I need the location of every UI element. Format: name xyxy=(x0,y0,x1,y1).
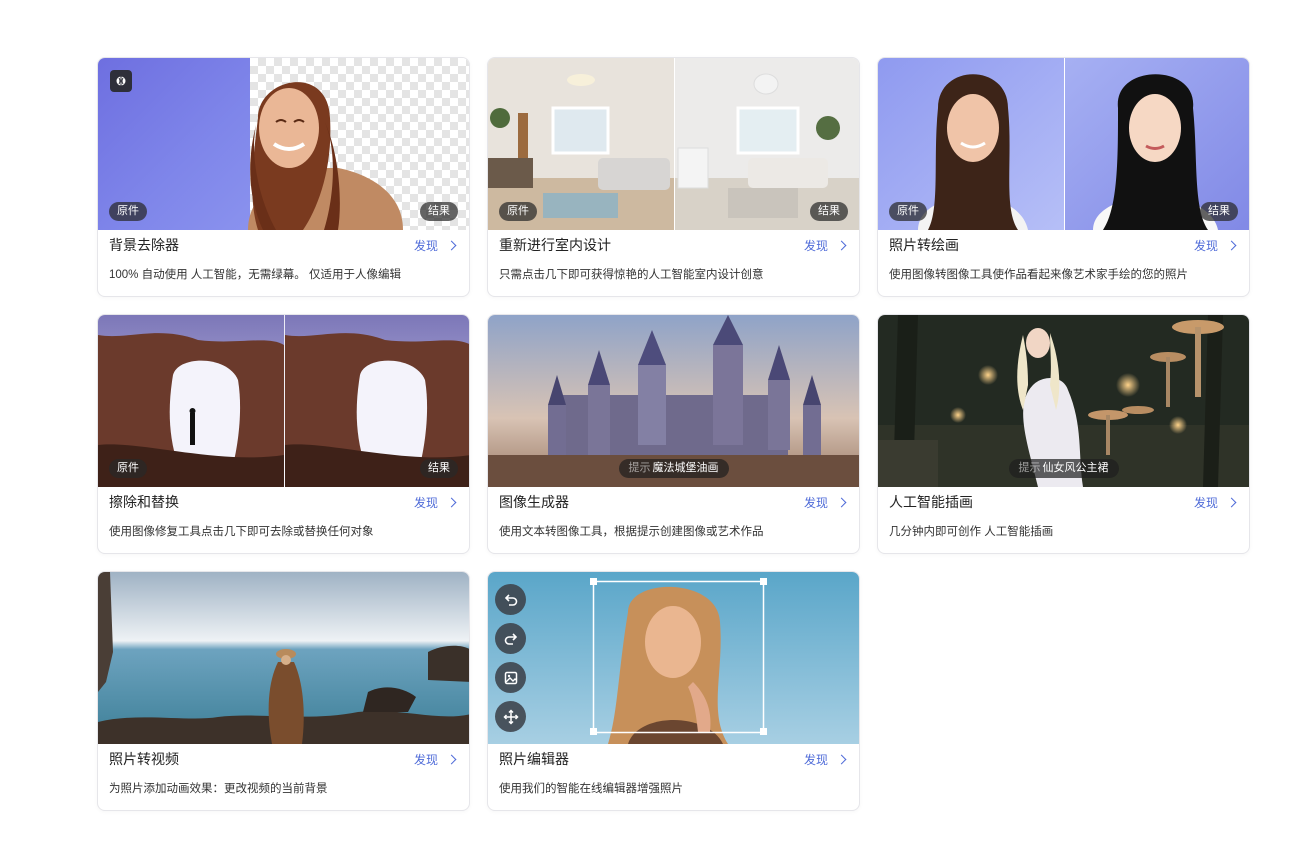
prompt-tag: 提示 仙女风公主裙 xyxy=(1008,459,1119,478)
card-header: 照片转视频 发现 xyxy=(98,744,469,774)
discover-link[interactable]: 发现 xyxy=(414,751,457,768)
card-description: 使用文本转图像工具，根据提示创建图像或艺术作品 xyxy=(499,526,764,538)
card-title: 照片编辑器 xyxy=(499,751,569,767)
card-photo-to-video[interactable]: 照片转视频 发现 为照片添加动画效果：更改视频的当前背景 xyxy=(97,571,470,811)
card-title: 重新进行室内设计 xyxy=(499,237,611,253)
redo-icon[interactable] xyxy=(495,623,526,654)
original-tag: 原件 xyxy=(889,202,927,221)
card-title: 照片转绘画 xyxy=(889,237,959,253)
card-description: 只需点击几下即可获得惊艳的人工智能室内设计创意 xyxy=(499,269,764,281)
chevron-right-icon xyxy=(836,497,847,507)
card-description: 使用我们的智能在线编辑器增强照片 xyxy=(499,783,683,795)
image-icon[interactable] xyxy=(495,662,526,693)
discover-link[interactable]: 发现 xyxy=(1194,494,1237,511)
original-tag: 原件 xyxy=(499,202,537,221)
seaside-illustration xyxy=(98,572,469,744)
discover-link[interactable]: 发现 xyxy=(414,237,457,254)
card-ai-illustration[interactable]: 提示 仙女风公主裙 人工智能插画 发现 几分钟内即可创作 人工智能插画 xyxy=(877,314,1250,554)
card-title: 背景去除器 xyxy=(109,237,179,253)
card-description: 100% 自动使用 人工智能，无需绿幕。 仅适用于人像编辑 xyxy=(109,269,401,281)
card-thumbnail: 提示 仙女风公主裙 xyxy=(878,315,1249,487)
card-header: 人工智能插画 发现 xyxy=(878,487,1249,517)
card-thumbnail: 原件 结果 xyxy=(98,58,469,230)
move-icon[interactable] xyxy=(495,701,526,732)
card-title: 图像生成器 xyxy=(499,494,569,510)
card-header: 背景去除器 发现 xyxy=(98,230,469,260)
before-after-divider xyxy=(673,58,675,230)
result-tag: 结果 xyxy=(810,202,848,221)
chevron-right-icon xyxy=(836,754,847,764)
before-after-divider xyxy=(1063,58,1065,230)
card-title: 照片转视频 xyxy=(109,751,179,767)
card-description: 使用图像转图像工具使作品看起来像艺术家手绘的您的照片 xyxy=(889,269,1188,281)
card-description: 使用图像修复工具点击几下即可去除或替换任何对象 xyxy=(109,526,374,538)
card-header: 重新进行室内设计 发现 xyxy=(488,230,859,260)
card-erase-replace[interactable]: 原件 结果 擦除和替换 发现 使用图像修复工具点击几下即可去除或替换任何对象 xyxy=(97,314,470,554)
card-interior-redesign[interactable]: 原件 结果 重新进行室内设计 发现 只需点击几下即可获得惊艳的人工智能室内设计创… xyxy=(487,57,860,297)
ai-badge-icon xyxy=(110,70,132,92)
result-tag: 结果 xyxy=(1200,202,1238,221)
card-title: 人工智能插画 xyxy=(889,494,973,510)
card-thumbnail xyxy=(98,572,469,744)
chevron-right-icon xyxy=(836,240,847,250)
card-photo-editor[interactable]: 照片编辑器 发现 使用我们的智能在线编辑器增强照片 xyxy=(487,571,860,811)
card-thumbnail: 原件 结果 xyxy=(98,315,469,487)
discover-link[interactable]: 发现 xyxy=(804,494,847,511)
card-header: 图像生成器 发现 xyxy=(488,487,859,517)
card-description: 为照片添加动画效果：更改视频的当前背景 xyxy=(109,783,328,795)
discover-link[interactable]: 发现 xyxy=(804,751,847,768)
chevron-right-icon xyxy=(446,754,457,764)
discover-link[interactable]: 发现 xyxy=(414,494,457,511)
undo-icon[interactable] xyxy=(495,584,526,615)
card-title: 擦除和替换 xyxy=(109,494,179,510)
card-photo-to-painting[interactable]: 原件 结果 照片转绘画 发现 使用图像转图像工具使作品看起来像艺术家手绘的您的照… xyxy=(877,57,1250,297)
woman-portrait-illustration xyxy=(248,82,403,230)
card-thumbnail: 原件 结果 xyxy=(878,58,1249,230)
chevron-right-icon xyxy=(446,240,457,250)
original-tag: 原件 xyxy=(109,202,147,221)
card-description: 几分钟内即可创作 人工智能插画 xyxy=(889,526,1054,538)
result-tag: 结果 xyxy=(420,202,458,221)
feature-grid: 原件 结果 背景去除器 发现 100% 自动使用 人工智能，无需绿幕。 仅适用于… xyxy=(97,57,1250,811)
discover-link[interactable]: 发现 xyxy=(804,237,847,254)
card-thumbnail: 原件 结果 xyxy=(488,58,859,230)
card-thumbnail: 提示 魔法城堡油画 xyxy=(488,315,859,487)
chevron-right-icon xyxy=(1226,497,1237,507)
card-thumbnail xyxy=(488,572,859,744)
before-after-divider xyxy=(283,315,285,487)
chevron-right-icon xyxy=(1226,240,1237,250)
card-background-remover[interactable]: 原件 结果 背景去除器 发现 100% 自动使用 人工智能，无需绿幕。 仅适用于… xyxy=(97,57,470,297)
discover-link[interactable]: 发现 xyxy=(1194,237,1237,254)
editor-toolbar xyxy=(495,584,526,732)
card-image-generator[interactable]: 提示 魔法城堡油画 图像生成器 发现 使用文本转图像工具，根据提示创建图像或艺术作… xyxy=(487,314,860,554)
card-header: 照片编辑器 发现 xyxy=(488,744,859,774)
portrait-edit-illustration xyxy=(488,572,859,744)
result-tag: 结果 xyxy=(420,459,458,478)
original-tag: 原件 xyxy=(109,459,147,478)
prompt-tag: 提示 魔法城堡油画 xyxy=(618,459,729,478)
card-header: 照片转绘画 发现 xyxy=(878,230,1249,260)
chevron-right-icon xyxy=(446,497,457,507)
card-header: 擦除和替换 发现 xyxy=(98,487,469,517)
